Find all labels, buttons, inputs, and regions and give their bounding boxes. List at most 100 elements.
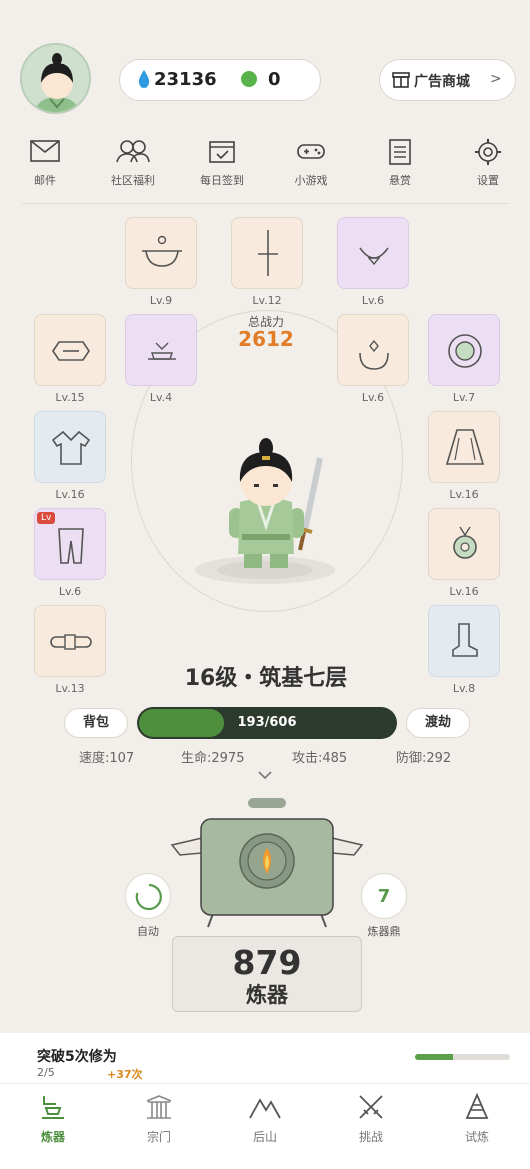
robe-icon [51,430,91,465]
nav-mountain-label: 后山 [252,1130,277,1144]
stat-speed: 速度:107 [79,751,135,766]
belt-icon [50,634,92,650]
equip-level-incense: Lv.4 [149,391,173,404]
menu-daily-checkin[interactable]: 每日签到 [182,138,262,188]
equip-slot-hat[interactable] [125,217,197,289]
green-amount: 0 [268,69,281,90]
nav-challenge[interactable]: 挑战 [318,1092,424,1145]
jade-disc-icon [448,334,482,368]
jade-drop-icon [138,70,150,88]
menu-checkin-label: 每日签到 [200,174,244,187]
green-orb-icon [241,71,257,87]
nav-forge[interactable]: 炼器 [0,1092,106,1145]
equip-slot-ring[interactable] [337,314,409,386]
nav-trial-label: 试炼 [464,1130,489,1144]
equip-level-belt: Lv.13 [55,682,85,695]
jade-amount: 23136 [154,69,217,90]
furnace-level-label: 炼器鼎 [367,925,401,938]
pendant-icon [453,526,477,559]
equip-slot-robe[interactable] [34,411,106,483]
nav-trial[interactable]: 试炼 [424,1092,530,1145]
quest-progress-bar [415,1054,510,1060]
sect-icon [146,1095,172,1119]
equip-level-robe: Lv.16 [55,488,85,501]
settings-icon [475,139,501,165]
refine-label: 炼器 [246,983,288,1007]
equip-slot-cloak[interactable] [428,411,500,483]
quest-title: 突破5次修为 [37,1049,117,1065]
menu-community[interactable]: 社区福利 [93,138,173,188]
shop-icon [392,72,410,88]
mountain-icon [249,1098,281,1119]
mail-icon [30,140,60,162]
incense-burner-icon [148,342,176,360]
nav-mountain[interactable]: 后山 [212,1092,318,1145]
equip-slot-belt[interactable] [34,605,106,677]
swords-icon [359,1095,383,1119]
equip-slot-jade-disc[interactable] [428,314,500,386]
community-icon [116,140,150,163]
avatar-portrait-icon [22,45,89,112]
checkin-icon [209,141,235,163]
quest-reward: +37次 [107,1068,143,1081]
equip-slot-necklace[interactable] [337,217,409,289]
nav-challenge-label: 挑战 [358,1130,383,1144]
equip-level-pendant: Lv.16 [449,585,479,598]
tribulation-button[interactable]: 渡劫 [406,708,470,738]
menu-minigame[interactable]: 小游戏 [271,138,351,188]
bag-button[interactable]: 背包 [64,708,128,738]
menu-mail-label: 邮件 [34,174,56,187]
player-avatar[interactable] [20,43,91,114]
cultivation-realm: 16级・筑基七层 [184,666,348,691]
trial-icon [465,1092,489,1119]
menu-settings[interactable]: 设置 [448,138,528,188]
equip-level-trousers: Lv.6 [58,585,82,598]
sword-icon [258,230,278,276]
menu-minigame-label: 小游戏 [294,174,328,187]
equip-slot-pendant[interactable] [428,508,500,580]
necklace-icon [359,247,389,266]
auto-refine-label: 自动 [137,925,159,938]
cultivator-character[interactable] [180,430,350,590]
forge-furnace[interactable] [170,795,365,930]
equip-slot-boots[interactable] [428,605,500,677]
equip-slot-incense[interactable] [125,314,197,386]
quest-progress: 2/5 [37,1066,55,1079]
experience-text: 193/606 [237,715,297,730]
shop-arrow-icon: > [490,71,502,87]
experience-bar: 193/606 [137,707,397,739]
loop-icon [135,883,162,911]
equip-level-cloak: Lv.16 [449,488,479,501]
stat-hp: 生命:2975 [181,751,245,766]
refine-count: 879 [232,943,302,982]
equip-level-weapon: Lv.12 [252,294,282,307]
menu-mail[interactable]: 邮件 [5,138,85,188]
auto-refine-button[interactable] [125,873,171,919]
forge-icon [42,1096,64,1119]
cloak-icon [445,429,485,465]
ring-icon [359,339,389,370]
quest-progress-fill [415,1054,453,1060]
upgrade-badge: Lv [37,512,56,524]
equip-slot-headband[interactable] [34,314,106,386]
equip-level-boots: Lv.8 [452,682,476,695]
nav-forge-label: 炼器 [40,1130,65,1144]
menu-bounty[interactable]: 悬赏 [360,138,440,188]
equip-level-jade-disc: Lv.7 [452,391,476,404]
stat-defense: 防御:292 [396,751,452,766]
shop-label: 广告商城 [414,74,470,90]
equip-level-headband: Lv.15 [55,391,85,404]
equip-level-hat: Lv.9 [149,294,173,307]
stat-attack: 攻击:485 [292,751,348,766]
total-power-value: 2612 [238,327,294,351]
equip-slot-weapon[interactable] [231,217,303,289]
nav-sect-label: 宗门 [146,1130,171,1144]
gamepad-icon [297,144,325,159]
refine-button[interactable]: 879 炼器 [172,936,362,1012]
chevron-down-icon[interactable] [257,770,273,780]
menu-settings-label: 设置 [477,174,499,187]
nav-sect[interactable]: 宗门 [106,1092,212,1145]
furnace-level-button[interactable]: 7 [361,873,407,919]
menu-bounty-label: 悬赏 [389,174,411,187]
bounty-icon [389,139,411,165]
